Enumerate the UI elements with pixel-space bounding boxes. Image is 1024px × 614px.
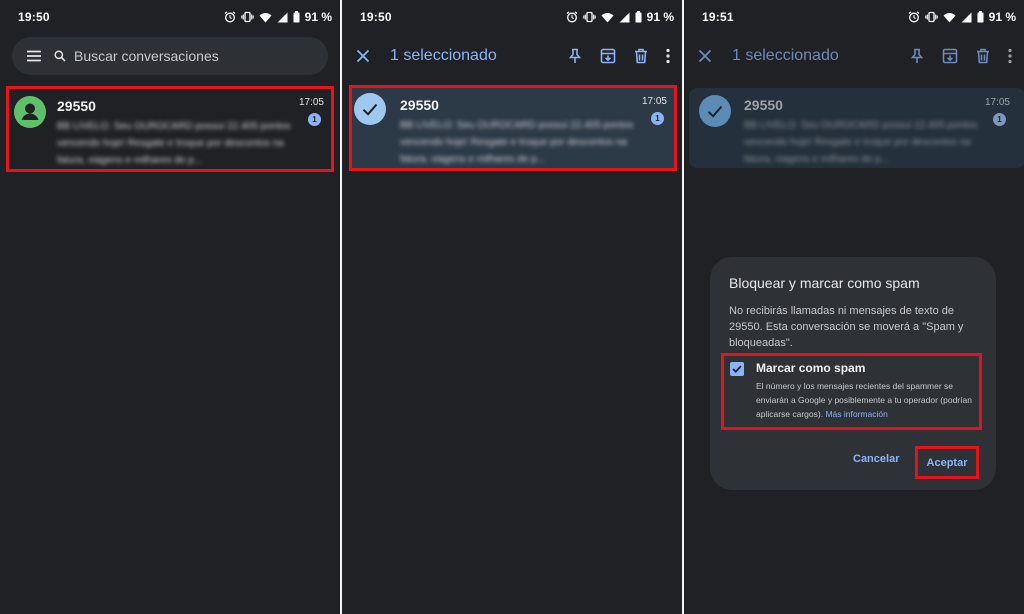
screen-conversation-list: 19:50 91 % Buscar conversaciones 29550 1…	[0, 0, 340, 614]
close-icon[interactable]	[356, 49, 370, 63]
signal-icon	[961, 12, 972, 22]
check-icon	[354, 93, 386, 125]
report-spam-checkbox[interactable]	[730, 362, 744, 376]
close-icon[interactable]	[698, 49, 712, 63]
conversation-item-selected[interactable]: 29550 17:05 1 BB LIVELO: Seu OUROCARD po…	[689, 88, 1024, 168]
battery-percent: 91 %	[304, 10, 332, 24]
conversation-preview: BB LIVELO: Seu OUROCARD possui 22.405 po…	[400, 120, 634, 165]
signal-icon	[619, 12, 630, 22]
battery-icon	[977, 11, 984, 23]
unread-badge: 1	[651, 112, 664, 125]
vibrate-icon	[240, 11, 254, 23]
selection-appbar: 1 seleccionado	[684, 40, 1024, 72]
conversation-preview: BB LIVELO: Seu OUROCARD possui 22.405 po…	[57, 121, 291, 166]
archive-icon[interactable]	[942, 48, 958, 64]
unread-badge: 1	[993, 113, 1006, 126]
selection-count: 1 seleccionado	[732, 47, 839, 64]
status-time: 19:50	[360, 10, 392, 24]
signal-icon	[277, 12, 288, 22]
report-spam-description: El número y los mensajes recientes del s…	[756, 381, 972, 419]
contact-avatar-icon	[14, 96, 46, 128]
vibrate-icon	[924, 11, 938, 23]
status-bar: 19:50 91 %	[0, 0, 340, 34]
wifi-icon	[259, 12, 272, 22]
dialog-message: No recibirás llamadas ni mensajes de tex…	[729, 305, 964, 349]
search-input[interactable]: Buscar conversaciones	[74, 48, 219, 64]
unread-badge: 1	[308, 113, 321, 126]
status-bar: 19:50 91 %	[342, 0, 682, 34]
report-spam-label: Marcar como spam	[756, 361, 866, 375]
vibrate-icon	[582, 11, 596, 23]
pin-icon[interactable]	[568, 48, 582, 64]
conversation-item[interactable]: 29550 17:05 1 BB LIVELO: Seu OUROCARD po…	[6, 86, 334, 172]
conversation-time: 17:05	[984, 97, 1010, 108]
status-time: 19:50	[18, 10, 50, 24]
delete-icon[interactable]	[976, 48, 990, 64]
battery-icon	[293, 11, 300, 23]
conversation-sender: 29550	[744, 97, 783, 113]
wifi-icon	[601, 12, 614, 22]
check-icon	[699, 95, 731, 127]
screen-selection-mode: 19:50 91 % 1 seleccionado 29550 17:05 1	[342, 0, 682, 614]
conversation-item-selected[interactable]: 29550 17:05 1 BB LIVELO: Seu OUROCARD po…	[349, 85, 677, 171]
conversation-sender: 29550	[400, 97, 439, 113]
wifi-icon	[943, 12, 956, 22]
battery-icon	[635, 11, 642, 23]
report-spam-option[interactable]: Marcar como spam El número y los mensaje…	[721, 353, 982, 430]
accept-button-highlight: Aceptar	[915, 446, 979, 479]
selection-count: 1 seleccionado	[390, 47, 497, 64]
cancel-button[interactable]: Cancelar	[853, 453, 899, 465]
status-bar: 19:51 91 %	[684, 0, 1024, 34]
conversation-time: 17:05	[298, 97, 324, 108]
conversation-time: 17:05	[641, 96, 667, 107]
battery-percent: 91 %	[988, 10, 1016, 24]
screen-block-dialog: 19:51 91 % 1 seleccionado 29550 17:05 1 …	[684, 0, 1024, 614]
alarm-icon	[908, 11, 920, 23]
more-vert-icon[interactable]	[1008, 48, 1012, 64]
delete-icon[interactable]	[634, 48, 648, 64]
alarm-icon	[566, 11, 578, 23]
search-icon	[54, 50, 66, 62]
accept-button[interactable]: Aceptar	[927, 457, 968, 469]
block-spam-dialog: Bloquear y marcar como spam No recibirás…	[710, 257, 996, 490]
conversation-preview: BB LIVELO: Seu OUROCARD possui 22.405 po…	[744, 120, 978, 165]
more-info-link[interactable]: Más información	[825, 409, 887, 419]
dialog-title: Bloquear y marcar como spam	[729, 275, 920, 291]
conversation-sender: 29550	[57, 98, 96, 114]
battery-percent: 91 %	[646, 10, 674, 24]
more-vert-icon[interactable]	[666, 48, 670, 64]
pin-icon[interactable]	[910, 48, 924, 64]
search-bar[interactable]: Buscar conversaciones	[12, 37, 328, 75]
alarm-icon	[224, 11, 236, 23]
menu-icon[interactable]	[26, 50, 42, 62]
status-time: 19:51	[702, 10, 734, 24]
selection-appbar: 1 seleccionado	[342, 40, 682, 72]
archive-icon[interactable]	[600, 48, 616, 64]
